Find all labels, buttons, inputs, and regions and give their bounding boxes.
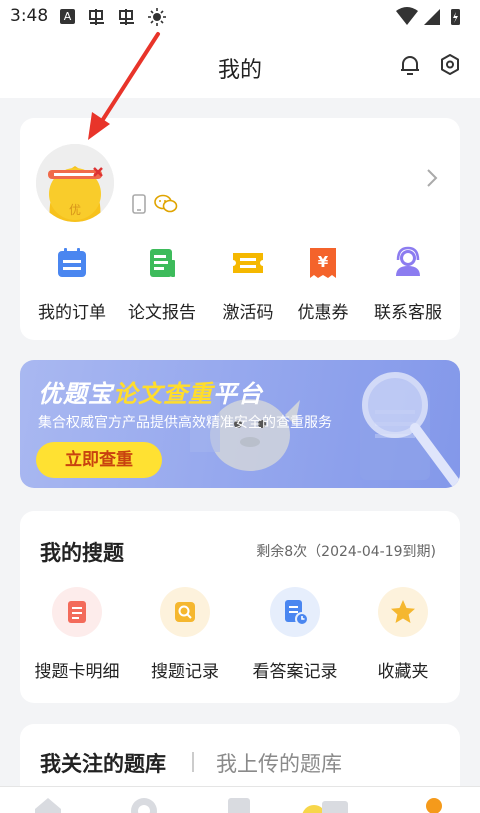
banner-subtitle: 集合权威官方产品提供高效精准安全的查重服务 xyxy=(38,415,332,431)
app-header: 我的 xyxy=(0,34,480,98)
avatar[interactable]: 优 xyxy=(36,144,114,222)
quick-action-orders[interactable]: 我的订单 xyxy=(24,246,120,323)
svg-text:优: 优 xyxy=(69,203,81,217)
search-item-label: 搜题卡明细 xyxy=(34,662,120,682)
coupon-icon: ¥ xyxy=(310,248,336,278)
nav-home-icon[interactable] xyxy=(32,795,64,813)
answer-record-button[interactable]: 看答案记录 xyxy=(240,587,350,682)
plagiarism-check-banner[interactable]: 优题宝论文查重平台 集合权威官方产品提供高效精准安全的查重服务 立即查重 xyxy=(20,360,460,488)
answer-record-icon xyxy=(285,600,309,626)
search-card-detail-button[interactable]: 搜题卡明细 xyxy=(22,587,132,682)
my-search-card: 我的搜题 剩余8次（2024-04-19到期) 搜题卡明细 搜题记录 看答案记录… xyxy=(20,511,460,703)
bottom-navigation xyxy=(0,786,480,813)
banner-title-highlight: 论文查重 xyxy=(113,380,213,408)
activation-code-icon xyxy=(233,253,263,273)
search-item-label: 看答案记录 xyxy=(252,662,338,682)
gear-icon[interactable] xyxy=(437,52,463,78)
nav-discover-icon[interactable] xyxy=(128,795,160,813)
remaining-count: 剩余8次（2024-04-19到期) xyxy=(256,544,436,560)
report-icon xyxy=(150,249,175,277)
favorites-star-icon xyxy=(391,600,415,623)
search-item-label: 收藏夹 xyxy=(377,662,429,682)
banner-title: 优题宝论文查重平台 xyxy=(38,374,263,409)
quick-action-coupon[interactable]: ¥ 优惠券 xyxy=(275,246,371,323)
favorites-button[interactable]: 收藏夹 xyxy=(348,587,458,682)
brightness-icon xyxy=(148,8,166,26)
quick-actions: 我的订单 论文报告 激活码 ¥ 优惠券 联系客服 xyxy=(20,246,460,326)
quick-action-label: 联系客服 xyxy=(374,303,442,323)
status-right xyxy=(396,7,466,31)
bell-icon[interactable] xyxy=(397,52,423,78)
orders-icon xyxy=(58,248,86,277)
phone-icon xyxy=(132,194,146,214)
status-bar: 3:48 A xyxy=(0,0,480,34)
app-notification-icon: A xyxy=(60,9,75,24)
signal-battery-icon xyxy=(396,7,460,25)
quick-action-label: 论文报告 xyxy=(128,303,196,323)
check-now-button[interactable]: 立即查重 xyxy=(36,442,162,478)
nav-library-icon[interactable] xyxy=(224,795,256,813)
banner-title-part1: 优题宝 xyxy=(38,380,113,408)
tab-uploaded-libraries[interactable]: 我上传的题库 xyxy=(216,748,342,778)
search-item-label: 搜题记录 xyxy=(151,662,219,682)
tab-divider xyxy=(192,752,194,772)
chevron-right-icon[interactable] xyxy=(426,168,438,188)
customer-service-icon xyxy=(396,246,420,276)
nav-mine-icon[interactable] xyxy=(418,795,450,813)
wechat-icon xyxy=(154,194,178,213)
quick-action-report[interactable]: 论文报告 xyxy=(114,246,210,323)
notification-app-icon-2 xyxy=(119,9,134,25)
quick-action-label: 我的订单 xyxy=(38,303,106,323)
search-record-button[interactable]: 搜题记录 xyxy=(130,587,240,682)
notification-app-icon xyxy=(89,9,104,25)
status-time: 3:48 xyxy=(10,6,49,26)
section-title: 我的搜题 xyxy=(40,541,124,565)
nav-video-icon[interactable] xyxy=(300,795,350,813)
tab-followed-libraries[interactable]: 我关注的题库 xyxy=(40,748,166,778)
quick-action-label: 优惠券 xyxy=(297,303,349,323)
search-card-detail-icon xyxy=(68,601,86,623)
mascot-avatar-icon: 优 xyxy=(36,144,114,222)
svg-text:¥: ¥ xyxy=(318,253,329,271)
profile-card: 优 我的订单 论文报告 激活码 ¥ 优惠券 联系客服 xyxy=(20,118,460,340)
search-record-icon xyxy=(175,602,195,622)
banner-title-part2: 平台 xyxy=(213,380,263,408)
quick-action-customer-service[interactable]: 联系客服 xyxy=(360,246,456,323)
